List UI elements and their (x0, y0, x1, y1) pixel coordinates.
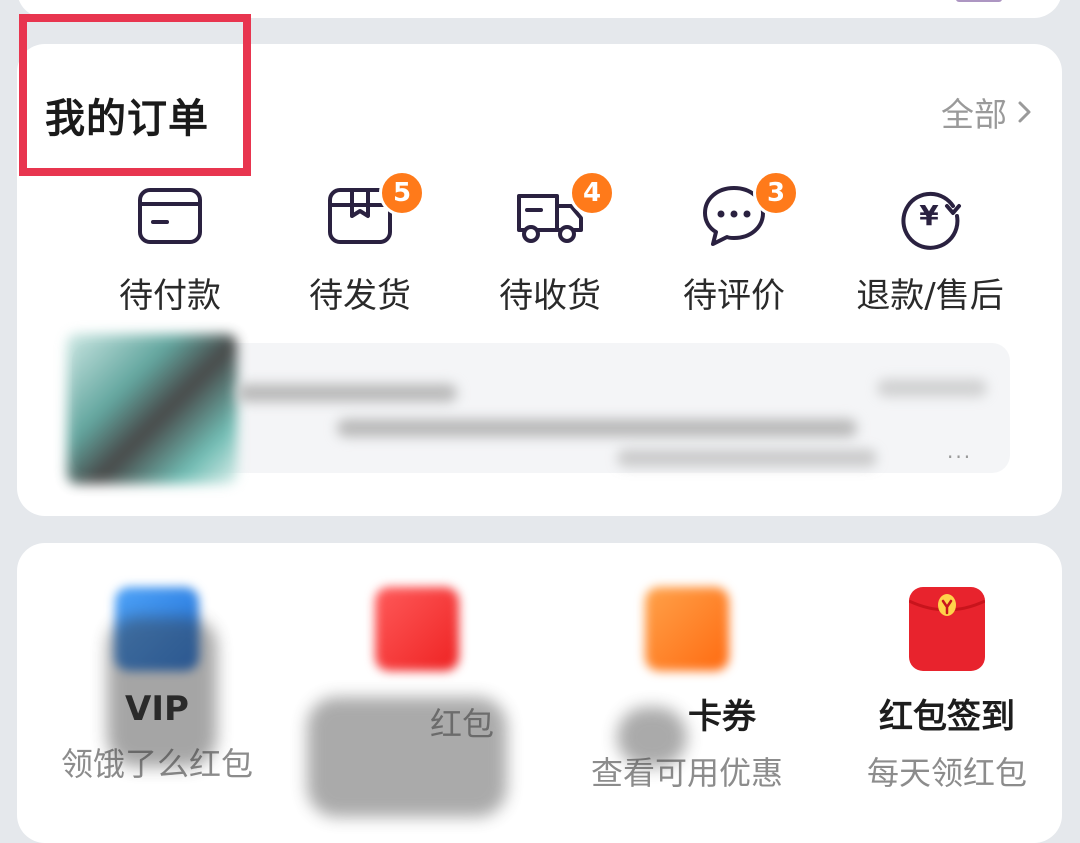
service-red-coupon[interactable]: 红包 (307, 577, 527, 837)
redacted-text (237, 384, 457, 402)
chat-bubble-icon: 3 (699, 170, 799, 250)
order-status-label: 待评价 (683, 276, 785, 316)
delivery-truck-icon: 4 (515, 170, 615, 250)
svg-text:¥: ¥ (919, 199, 939, 232)
order-status-label: 退款/售后 (856, 276, 1004, 316)
coupon-card-icon (645, 587, 729, 671)
recent-order-thumbnail (67, 334, 237, 484)
order-status-pending-receipt[interactable]: 4 待收货 (465, 170, 635, 316)
order-status-label: 待收货 (499, 276, 601, 316)
service-subtitle: 查看可用优惠 (590, 754, 783, 792)
services-card: VIP 领饿了么红包 红包 卡券 查看可用优惠 红包签到 每天领红包 (17, 543, 1062, 843)
yuan-refund-icon: ¥ (895, 180, 965, 250)
order-count-badge: 3 (753, 170, 799, 216)
order-status-pending-shipment[interactable]: 5 待发货 (275, 170, 445, 316)
redacted-text (877, 379, 987, 397)
wallet-card-icon (135, 180, 205, 250)
redacted-text (617, 449, 877, 467)
all-orders-link[interactable]: 全部 (941, 88, 1035, 136)
service-red-envelope-checkin[interactable]: 红包签到 每天领红包 (837, 577, 1057, 837)
order-count-badge: 5 (379, 170, 425, 216)
red-envelope-icon (909, 587, 985, 671)
redaction-smudge (307, 697, 507, 817)
redaction-smudge (107, 617, 217, 767)
chevron-right-icon (1018, 101, 1031, 123)
all-orders-label: 全部 (941, 95, 1007, 134)
order-status-label: 待发货 (309, 276, 411, 316)
service-vip[interactable]: VIP 领饿了么红包 (47, 577, 267, 837)
redaction-smudge (617, 707, 687, 767)
order-status-label: 待付款 (119, 276, 221, 316)
service-coupons[interactable]: 卡券 查看可用优惠 (577, 577, 797, 837)
order-status-pending-payment[interactable]: 待付款 (85, 172, 255, 316)
top-edge-graphic (956, 0, 1002, 2)
package-box-icon: 5 (325, 170, 425, 250)
more-dots: ... (947, 439, 973, 463)
order-count-badge: 4 (569, 170, 615, 216)
service-title: 红包签到 (879, 697, 1015, 737)
order-status-refund-aftersale[interactable]: ¥ 退款/售后 (845, 172, 1015, 316)
red-coupon-icon (375, 587, 459, 671)
service-subtitle: 每天领红包 (866, 754, 1027, 792)
order-status-pending-review[interactable]: 3 待评价 (649, 170, 819, 316)
redacted-text (337, 419, 857, 437)
highlight-annotation-box (19, 14, 251, 176)
